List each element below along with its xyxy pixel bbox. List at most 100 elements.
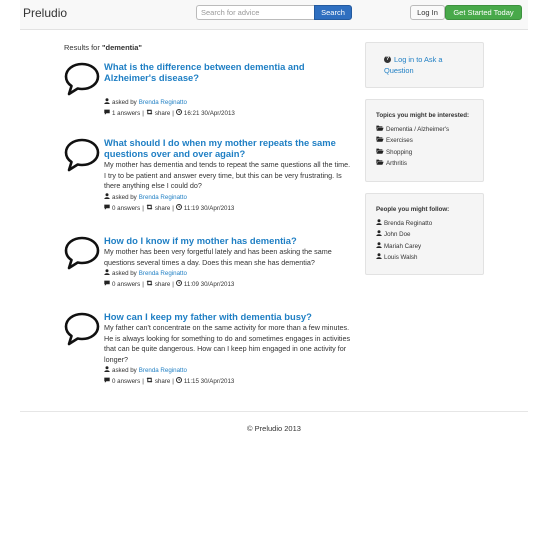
person-name: Louis Walsh bbox=[384, 253, 418, 261]
login-button[interactable]: Log In bbox=[410, 5, 445, 20]
author-link[interactable]: Brenda Reginatto bbox=[139, 268, 187, 279]
person-item[interactable]: Louis Walsh bbox=[376, 252, 432, 263]
results-prefix: Results for bbox=[64, 43, 102, 52]
topic-item[interactable]: Dementia / Alzheimer's bbox=[376, 124, 449, 135]
question-title-link[interactable]: How do I know if my mother has dementia? bbox=[104, 235, 354, 246]
share-link[interactable]: share bbox=[155, 376, 170, 387]
separator: | bbox=[172, 110, 174, 117]
comment-icon bbox=[104, 203, 110, 214]
comment-icon bbox=[104, 376, 110, 387]
user-icon bbox=[104, 97, 110, 108]
ask-panel: ? Log in to Ask a Question bbox=[365, 42, 484, 88]
separator: | bbox=[142, 110, 144, 117]
question-stats-line: 1 answers | share | 16:21 30/Apr/2013 bbox=[104, 108, 354, 119]
question-content: How do I know if my mother has dementia?… bbox=[104, 235, 354, 290]
people-title: People you might follow: bbox=[376, 206, 450, 213]
share-link[interactable]: share bbox=[155, 203, 170, 214]
person-item[interactable]: Brenda Reginatto bbox=[376, 218, 432, 229]
retweet-icon bbox=[146, 108, 153, 119]
retweet-icon bbox=[146, 203, 153, 214]
brand-logo[interactable]: Preludio bbox=[23, 6, 67, 20]
retweet-icon bbox=[146, 279, 153, 290]
login-to-ask-link[interactable]: Log in to Ask a Question bbox=[384, 55, 474, 76]
user-icon bbox=[376, 229, 382, 240]
topic-label: Exercises bbox=[386, 137, 413, 145]
topics-list: Dementia / Alzheimer's Exercises Shopping A… bbox=[376, 124, 449, 169]
question-author-line: asked by Brenda Reginatto bbox=[104, 268, 354, 279]
question-excerpt: My father can't concentrate on the same … bbox=[104, 323, 351, 364]
question-author-line: asked by Brenda Reginatto bbox=[104, 97, 354, 108]
answers-count[interactable]: 0 answers bbox=[112, 376, 140, 387]
user-icon bbox=[104, 268, 110, 279]
speech-bubble-icon bbox=[64, 311, 100, 347]
topic-label: Shopping bbox=[386, 148, 413, 156]
user-icon bbox=[376, 218, 382, 229]
person-name: Mariah Carey bbox=[384, 242, 422, 250]
asked-by-label: asked by bbox=[112, 270, 137, 278]
topic-label: Arthritis bbox=[386, 159, 407, 167]
topic-item[interactable]: Arthritis bbox=[376, 158, 449, 169]
question-content: What is the difference between dementia … bbox=[104, 61, 354, 119]
comment-icon bbox=[104, 279, 110, 290]
navbar: Preludio Search Log In Get Started Today bbox=[20, 0, 528, 30]
results-query: "dementia" bbox=[101, 43, 142, 52]
author-link[interactable]: Brenda Reginatto bbox=[139, 97, 187, 108]
separator: | bbox=[172, 204, 174, 212]
share-link[interactable]: share bbox=[155, 279, 170, 290]
speech-bubble-icon bbox=[64, 137, 100, 173]
user-icon bbox=[376, 241, 382, 252]
answers-count[interactable]: 1 answers bbox=[112, 108, 140, 119]
question-stats-line: 0 answers | share | 11:09 30/Apr/2013 bbox=[104, 279, 354, 290]
share-link[interactable]: share bbox=[155, 108, 170, 119]
folder-open-icon bbox=[376, 158, 384, 169]
question-content: How can I keep my father with dementia b… bbox=[104, 311, 354, 387]
topics-panel: Topics you might be interested: Dementia… bbox=[365, 99, 484, 182]
retweet-icon bbox=[146, 376, 153, 387]
question-author-line: asked by Brenda Reginatto bbox=[104, 365, 354, 376]
separator: | bbox=[142, 204, 144, 212]
question-timestamp: 11:19 30/Apr/2013 bbox=[183, 204, 235, 212]
search-input[interactable] bbox=[196, 5, 314, 20]
question-title-link[interactable]: How can I keep my father with dementia b… bbox=[104, 311, 354, 322]
footer-copyright: © Preludio 2013 bbox=[247, 424, 301, 433]
user-icon bbox=[376, 252, 382, 263]
speech-bubble-icon bbox=[64, 235, 100, 271]
people-panel: People you might follow: Brenda Reginatt… bbox=[365, 193, 484, 275]
person-name: Brenda Reginatto bbox=[384, 220, 433, 227]
question-title-link[interactable]: What should I do when my mother repeats … bbox=[104, 137, 354, 159]
question-author-line: asked by Brenda Reginatto bbox=[104, 192, 354, 203]
question-stats-line: 0 answers | share | 11:15 30/Apr/2013 bbox=[104, 376, 354, 387]
author-link[interactable]: Brenda Reginatto bbox=[139, 192, 187, 203]
user-icon bbox=[104, 365, 110, 376]
clock-icon bbox=[175, 108, 182, 119]
question-content: What should I do when my mother repeats … bbox=[104, 137, 354, 214]
question-stats-line: 0 answers | share | 11:19 30/Apr/2013 bbox=[104, 203, 354, 214]
author-link[interactable]: Brenda Reginatto bbox=[139, 365, 187, 376]
answers-count[interactable]: 0 answers bbox=[112, 279, 140, 290]
question-excerpt: My mother has dementia and tends to repe… bbox=[104, 160, 351, 191]
separator: | bbox=[172, 281, 174, 289]
topics-title: Topics you might be interested: bbox=[376, 112, 470, 119]
get-started-button[interactable]: Get Started Today bbox=[445, 5, 522, 20]
search-button[interactable]: Search bbox=[314, 5, 352, 20]
question-title-link[interactable]: What is the difference between dementia … bbox=[104, 61, 354, 83]
question-timestamp: 16:21 30/Apr/2013 bbox=[183, 110, 235, 117]
answers-count[interactable]: 0 answers bbox=[112, 203, 140, 214]
user-icon bbox=[104, 192, 110, 203]
separator: | bbox=[142, 281, 144, 289]
question-excerpt: My mother has been very forgetful lately… bbox=[104, 247, 332, 267]
clock-icon bbox=[175, 203, 182, 214]
topic-item[interactable]: Exercises bbox=[376, 135, 449, 146]
topic-label: Dementia / Alzheimer's bbox=[386, 126, 450, 133]
asked-by-label: asked by bbox=[112, 367, 137, 375]
topic-item[interactable]: Shopping bbox=[376, 147, 449, 158]
comment-icon bbox=[104, 108, 110, 119]
folder-open-icon bbox=[376, 147, 384, 158]
speech-bubble-icon bbox=[64, 61, 100, 97]
results-header: Results for "dementia" bbox=[64, 43, 142, 52]
person-item[interactable]: John Doe bbox=[376, 229, 432, 240]
folder-open-icon bbox=[376, 124, 384, 135]
folder-open-icon bbox=[376, 135, 384, 146]
person-item[interactable]: Mariah Carey bbox=[376, 241, 432, 252]
separator: | bbox=[142, 378, 144, 386]
